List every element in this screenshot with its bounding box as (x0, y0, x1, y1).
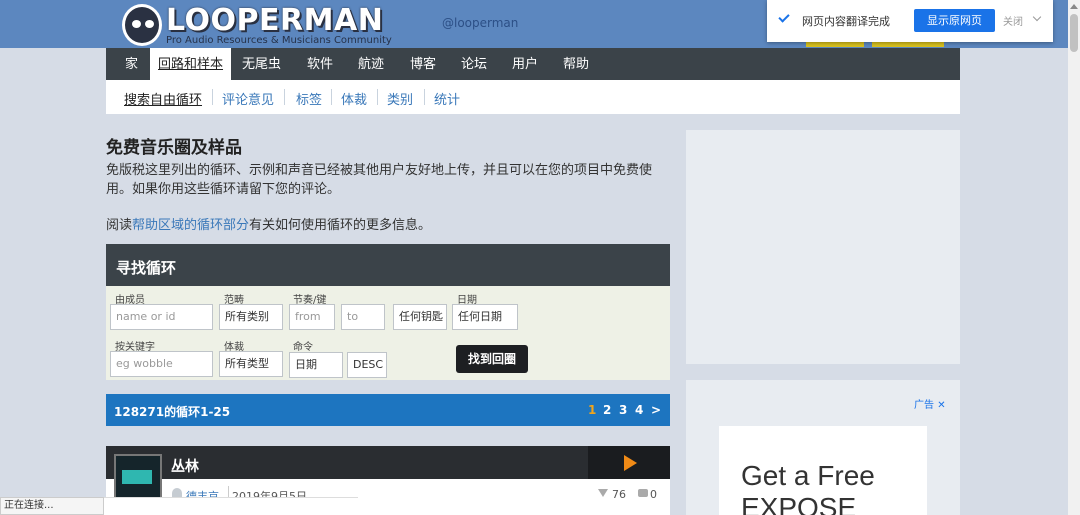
nav-item-home[interactable]: 家 (117, 48, 146, 80)
ad-headline: Get a Free EXPOSE (741, 460, 875, 515)
browser-status-bar: 正在连接... (0, 497, 104, 515)
key-select[interactable]: 任何钥匙 (393, 304, 447, 330)
check-icon (778, 11, 790, 23)
nav-item-blog[interactable]: 博客 (402, 48, 444, 80)
sidebar-ad-slot (686, 130, 960, 364)
order-label: 命令 (293, 342, 313, 353)
search-panel-title: 寻找循环 (116, 259, 177, 277)
tempo-from-input[interactable]: from (289, 304, 335, 330)
subnav-item-stats[interactable]: 统计 (434, 89, 460, 108)
loop-avatar[interactable] (114, 454, 162, 502)
subnav-item-search[interactable]: 搜索自由循环 (124, 89, 202, 108)
genre-select[interactable]: 所有类型 (219, 351, 283, 377)
subnav-divider (424, 89, 425, 105)
play-icon (624, 455, 637, 471)
ad-label-text: 广告 (914, 400, 934, 411)
ad-card[interactable]: Get a Free EXPOSE (719, 426, 927, 515)
download-icon (598, 489, 608, 497)
tempo-to-input[interactable]: to (341, 304, 385, 330)
show-original-button[interactable]: 显示原网页 (914, 9, 995, 32)
subnav-item-genres[interactable]: 体裁 (341, 89, 367, 108)
order-by-select[interactable]: 日期 (289, 352, 343, 378)
subnav-divider (284, 89, 285, 105)
comment-icon (638, 489, 648, 497)
date-select[interactable]: 任何日期 (452, 304, 518, 330)
logo-tagline: Pro Audio Resources & Musicians Communit… (166, 35, 392, 46)
sub-nav: 搜索自由循环 评论意见 标签 体裁 类别 统计 (106, 80, 960, 114)
help-sentence: 阅读帮助区域的循环部分有关如何使用循环的更多信息。 (106, 214, 431, 233)
subnav-divider (377, 89, 378, 105)
ad-headline-line1: Get a Free (741, 460, 875, 491)
page-next[interactable]: > (651, 403, 661, 417)
logo-wordmark: LOOPERMAN (166, 3, 384, 38)
main-nav: 家 回路和样本 无尾虫 软件 航迹 博客 论坛 用户 帮助 (106, 48, 960, 80)
status-bar-extension (104, 497, 358, 515)
play-button[interactable] (588, 446, 670, 479)
subnav-divider (331, 89, 332, 105)
loop-title[interactable]: 丛林 (171, 456, 199, 476)
ad-choices-label[interactable]: 广告 ✕ (914, 396, 946, 411)
subnav-divider (212, 89, 213, 105)
nav-item-acapellas[interactable]: 无尾虫 (234, 48, 289, 80)
member-input[interactable]: name or id (110, 304, 213, 330)
keyword-input[interactable]: eg wobble (110, 351, 213, 377)
translate-status: 网页内容翻译完成 (802, 15, 890, 28)
find-loops-button[interactable]: 找到回圈 (456, 345, 528, 373)
twitter-handle-link[interactable]: @looperman (442, 16, 518, 30)
page-scrollbar[interactable] (1068, 0, 1080, 515)
help-link[interactable]: 帮助区域的循环部分 (132, 218, 249, 233)
subnav-item-comments[interactable]: 评论意见 (222, 89, 274, 108)
ad-headline-line2: EXPOSE (741, 492, 857, 515)
page-link-2[interactable]: 2 (603, 403, 611, 417)
ad-close-icon[interactable]: ✕ (937, 400, 945, 411)
scroll-thumb[interactable] (1070, 14, 1078, 52)
comment-count: 0 (650, 488, 657, 501)
nav-item-software[interactable]: 软件 (299, 48, 341, 80)
search-panel-header: 寻找循环 (106, 244, 670, 286)
page-link-4[interactable]: 4 (635, 403, 643, 417)
nav-item-tracks[interactable]: 航迹 (350, 48, 392, 80)
page-title: 免费音乐圈及样品 (106, 138, 242, 158)
results-summary: 128271的循环1-25 (114, 405, 231, 419)
subnav-item-tags[interactable]: 标签 (296, 89, 322, 108)
nav-item-loops-samples[interactable]: 回路和样本 (150, 48, 232, 80)
translate-close-button[interactable]: 关闭 (1003, 13, 1023, 28)
page-link-1[interactable]: 1 (588, 403, 596, 417)
intro-text: 免版税这里列出的循环、示例和声音已经被其他用户友好地上传，并且可以在您的项目中免… (106, 163, 653, 197)
order-dir-select[interactable]: DESC (347, 352, 387, 378)
category-select[interactable]: 所有类别 (219, 304, 283, 330)
nav-item-forum[interactable]: 论坛 (453, 48, 495, 80)
download-count: 76 (612, 488, 626, 501)
page-link-3[interactable]: 3 (619, 403, 627, 417)
help-suffix: 有关如何使用循环的更多信息。 (249, 218, 432, 233)
site-logo[interactable]: LOOPERMAN Pro Audio Resources & Musician… (122, 4, 412, 48)
help-prefix: 阅读 (106, 218, 133, 233)
subnav-item-categories[interactable]: 类别 (387, 89, 413, 108)
scroll-up-icon[interactable] (1070, 4, 1078, 9)
nav-item-help[interactable]: 帮助 (555, 48, 597, 80)
results-bar: 128271的循环1-25 1 2 3 4 > (106, 394, 670, 426)
logo-mascot-icon (122, 4, 162, 46)
nav-item-users[interactable]: 用户 (504, 48, 546, 80)
